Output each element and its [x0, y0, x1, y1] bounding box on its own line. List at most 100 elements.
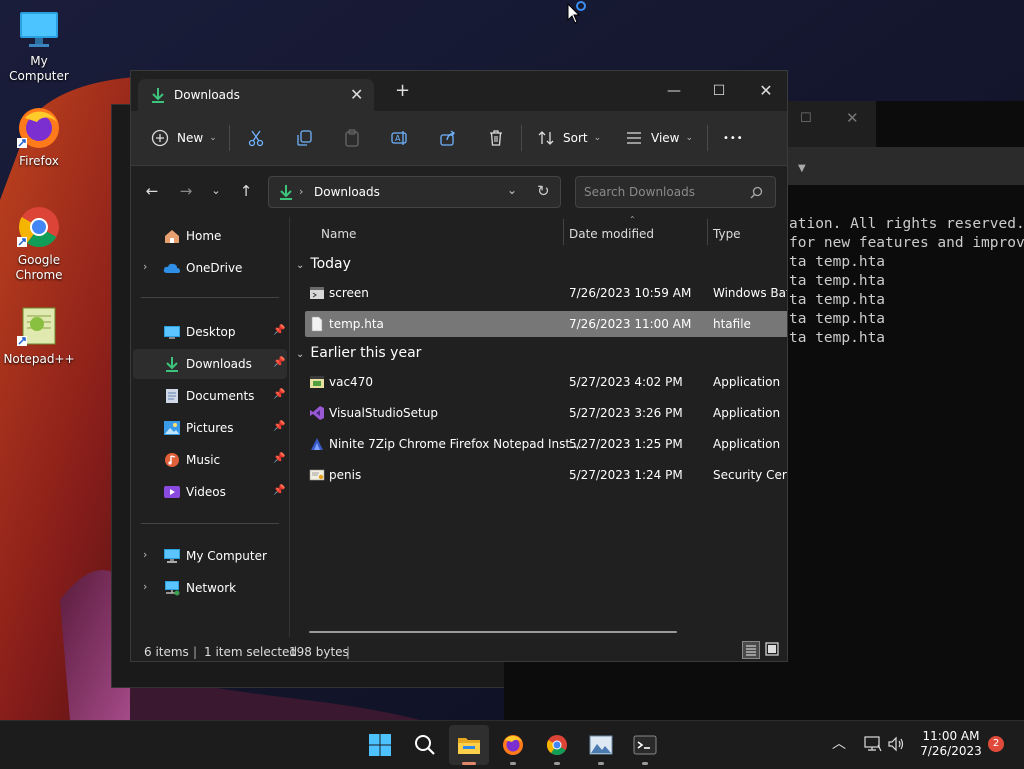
cut-button[interactable] — [247, 111, 265, 165]
tab-downloads[interactable]: Downloads ✕ — [138, 79, 374, 111]
column-separator[interactable] — [563, 219, 564, 245]
paste-button[interactable] — [343, 111, 361, 165]
search-icon — [750, 186, 763, 199]
desktop-icon-chrome[interactable]: Google Chrome — [0, 203, 78, 283]
sort-button[interactable]: Sort ⌄ — [537, 111, 601, 165]
desktop-icon-firefox[interactable]: Firefox — [0, 104, 78, 169]
chevron-down-icon[interactable]: ▼ — [798, 163, 806, 174]
pin-icon[interactable]: 📌 — [273, 485, 285, 496]
forward-button[interactable]: → — [173, 178, 199, 204]
breadcrumb[interactable]: Downloads — [314, 185, 380, 199]
chevron-down-icon: ⌄ — [593, 133, 602, 143]
file-explorer-taskbar-button[interactable] — [449, 725, 489, 765]
copy-button[interactable] — [295, 111, 313, 165]
volume-icon[interactable] — [887, 736, 905, 752]
share-icon — [440, 130, 455, 146]
minimize-button[interactable]: — — [651, 77, 697, 105]
system-clock[interactable]: 11:00 AM 7/26/2023 — [912, 729, 990, 759]
desktop-icon-my-computer[interactable]: My Computer — [0, 8, 78, 84]
sidebar-item-network[interactable]: › Network — [133, 573, 287, 603]
sidebar-item-onedrive[interactable]: › OneDrive — [133, 253, 287, 283]
maximize-button[interactable]: ☐ — [696, 77, 742, 105]
file-explorer-window[interactable]: Downloads ✕ + — ☐ ✕ New ⌄ A Sort ⌄ View … — [130, 70, 788, 662]
recent-locations-button[interactable]: ⌄ — [203, 178, 229, 204]
details-view-button[interactable] — [742, 641, 760, 659]
pin-icon[interactable]: 📌 — [273, 421, 285, 432]
pin-icon[interactable]: 📌 — [273, 453, 285, 464]
close-tab-icon[interactable]: ✕ — [350, 85, 363, 104]
toolbar-separator — [521, 125, 522, 151]
terminal-line: ta temp.hta — [789, 330, 886, 346]
file-date: 7/26/2023 11:00 AM — [569, 317, 692, 331]
file-row[interactable]: screen 7/26/2023 10:59 AM Windows Batc — [305, 280, 787, 306]
group-header[interactable]: ⌄ Today — [296, 256, 351, 272]
desktop-icon-notepadpp[interactable]: Notepad++ — [0, 302, 78, 367]
file-row[interactable]: Ninite 7Zip Chrome Firefox Notepad Inst.… — [305, 431, 787, 457]
column-header-name[interactable]: Name — [321, 227, 356, 241]
sidebar-item-home[interactable]: Home — [133, 221, 287, 251]
pin-icon[interactable]: 📌 — [273, 357, 285, 368]
terminal-tabbar — [788, 147, 1024, 185]
more-options-button[interactable]: ••• — [723, 111, 744, 165]
file-type: Application — [713, 406, 781, 420]
search-input[interactable]: Search Downloads — [575, 176, 776, 208]
sidebar-divider — [141, 297, 279, 298]
sidebar-item-music[interactable]: Music 📌 — [133, 445, 287, 475]
network-status-icon[interactable] — [864, 736, 882, 752]
sidebar-item-label: OneDrive — [186, 261, 243, 275]
sidebar-item-downloads[interactable]: Downloads 📌 — [133, 349, 287, 379]
refresh-icon[interactable]: ↻ — [537, 182, 550, 200]
tiles-view-button[interactable] — [764, 641, 782, 659]
terminal-line: ta temp.hta — [789, 311, 886, 327]
rename-button[interactable]: A — [391, 111, 409, 165]
file-row[interactable]: VisualStudioSetup 5/27/2023 3:26 PM Appl… — [305, 400, 787, 426]
terminal-taskbar-button[interactable] — [625, 725, 665, 765]
expand-chevron-icon[interactable]: › — [143, 260, 147, 273]
close-window-button[interactable]: ✕ — [743, 77, 787, 105]
sidebar-item-label: Desktop — [186, 325, 236, 339]
terminal-maximize-button[interactable]: ☐ — [800, 111, 812, 126]
up-button[interactable]: ↑ — [233, 178, 259, 204]
search-taskbar-button[interactable] — [405, 725, 445, 765]
group-header[interactable]: ⌄ Earlier this year — [296, 345, 421, 361]
show-hidden-icons-button[interactable]: ︿ — [832, 733, 846, 753]
delete-button[interactable] — [487, 111, 505, 165]
sidebar-item-desktop[interactable]: Desktop 📌 — [133, 317, 287, 347]
document-icon — [166, 389, 178, 403]
file-row[interactable]: penis 5/27/2023 1:24 PM Security Certifi — [305, 462, 787, 488]
pane-splitter[interactable] — [289, 217, 290, 637]
address-dropdown-icon[interactable]: ⌄ — [507, 183, 517, 197]
file-name: screen — [329, 286, 369, 300]
column-header-date[interactable]: Date modified — [569, 227, 654, 241]
photos-taskbar-button[interactable] — [581, 725, 621, 765]
view-button[interactable]: View ⌄ — [625, 111, 693, 165]
notification-badge[interactable]: 2 — [988, 736, 1004, 752]
firefox-taskbar-button[interactable] — [493, 725, 533, 765]
desktop-icon-label: My Computer — [9, 54, 69, 83]
explorer-titlebar[interactable]: Downloads ✕ + — ☐ ✕ — [131, 71, 787, 111]
share-button[interactable] — [439, 111, 457, 165]
column-separator[interactable] — [707, 219, 708, 245]
sidebar-item-pictures[interactable]: Pictures 📌 — [133, 413, 287, 443]
horizontal-scrollbar[interactable] — [309, 631, 677, 633]
sidebar-item-videos[interactable]: Videos 📌 — [133, 477, 287, 507]
pin-icon[interactable]: 📌 — [273, 389, 285, 400]
file-row-selected[interactable]: temp.hta 7/26/2023 11:00 AM htafile — [305, 311, 787, 337]
start-button[interactable] — [360, 725, 400, 765]
cloud-icon — [163, 263, 180, 273]
new-tab-button[interactable]: + — [395, 82, 410, 100]
terminal-close-button[interactable]: ✕ — [846, 109, 859, 127]
back-button[interactable]: ← — [139, 178, 165, 204]
file-row[interactable]: vac470 5/27/2023 4:02 PM Application — [305, 369, 787, 395]
new-button[interactable]: New ⌄ — [151, 111, 217, 165]
sidebar-item-my-computer[interactable]: › My Computer — [133, 541, 287, 571]
chrome-icon — [17, 207, 59, 247]
column-header-type[interactable]: Type — [713, 227, 741, 241]
mouse-cursor-icon — [567, 1, 586, 24]
expand-chevron-icon[interactable]: › — [143, 548, 147, 561]
chrome-taskbar-button[interactable] — [537, 725, 577, 765]
pin-icon[interactable]: 📌 — [273, 325, 285, 336]
expand-chevron-icon[interactable]: › — [143, 580, 147, 593]
address-bar[interactable]: › Downloads ⌄ ↻ — [268, 176, 561, 208]
sidebar-item-documents[interactable]: Documents 📌 — [133, 381, 287, 411]
